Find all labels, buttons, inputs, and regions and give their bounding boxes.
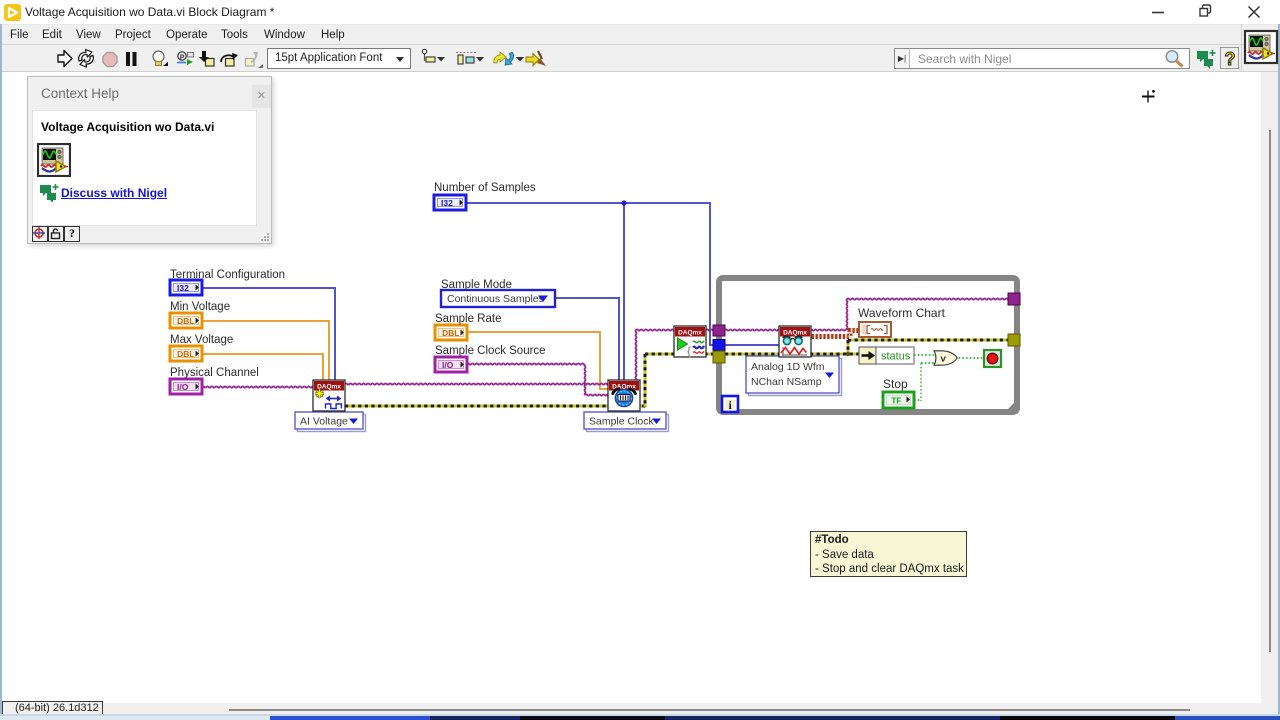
svg-text:DAQmx: DAQmx — [317, 384, 341, 391]
svg-text:i: i — [729, 398, 733, 412]
svg-text:Terminal Configuration: Terminal Configuration — [170, 269, 285, 281]
svg-text:Waveform Chart: Waveform Chart — [858, 306, 946, 320]
svg-text:DAQmx: DAQmx — [612, 384, 636, 391]
svg-text:I32: I32 — [441, 198, 453, 208]
svg-text:I/O: I/O — [442, 360, 454, 370]
svg-text:Sample Clock: Sample Clock — [589, 416, 655, 428]
svg-text:Analog 1D Wfm: Analog 1D Wfm — [751, 361, 825, 373]
svg-text:Sample Clock Source: Sample Clock Source — [435, 345, 546, 357]
svg-text:Sample Rate: Sample Rate — [435, 313, 501, 325]
svg-text:TF: TF — [892, 397, 902, 406]
svg-text:DAQmx: DAQmx — [678, 330, 702, 337]
svg-text:Number of Samples: Number of Samples — [434, 182, 536, 194]
svg-text:DBL: DBL — [177, 316, 194, 326]
svg-text:{: { — [687, 344, 691, 358]
svg-text:Sample Mode: Sample Mode — [441, 279, 512, 291]
svg-text:Max Voltage: Max Voltage — [170, 334, 233, 346]
svg-text:Stop: Stop — [883, 377, 908, 391]
svg-text:I32: I32 — [177, 283, 189, 293]
svg-text:I/O: I/O — [177, 382, 189, 392]
svg-text:AI Voltage: AI Voltage — [300, 416, 348, 428]
svg-text:Physical Channel: Physical Channel — [170, 367, 259, 379]
svg-text:status: status — [881, 351, 911, 363]
svg-text:Continuous Samples: Continuous Samples — [447, 293, 544, 305]
svg-text:DBL: DBL — [442, 328, 459, 338]
svg-text:v: v — [941, 354, 947, 365]
svg-text:DAQmx: DAQmx — [783, 330, 807, 337]
svg-text:Min Voltage: Min Voltage — [170, 301, 230, 313]
svg-text:DBL: DBL — [177, 349, 194, 359]
svg-text:NChan NSamp: NChan NSamp — [751, 376, 822, 388]
